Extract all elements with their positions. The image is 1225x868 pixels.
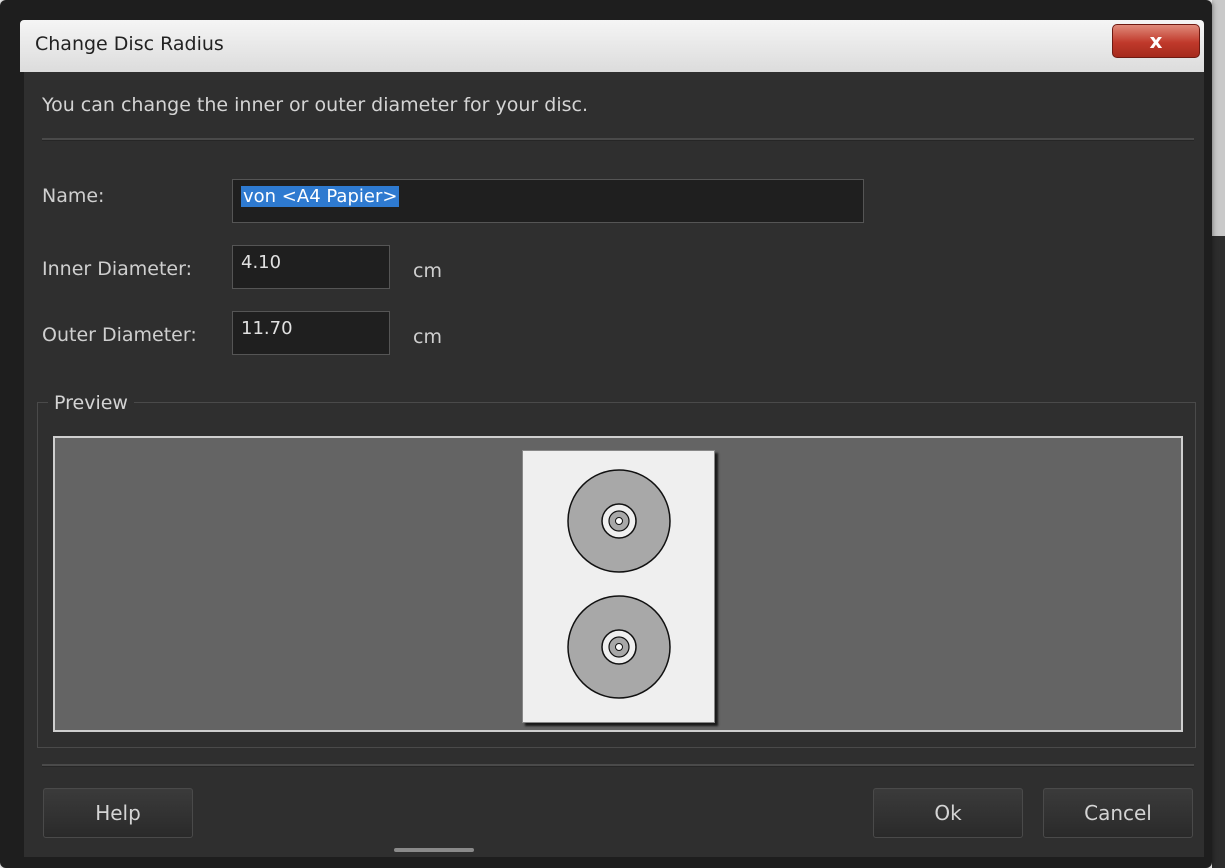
preview-canvas xyxy=(53,436,1183,732)
outer-diameter-input[interactable]: 11.70 xyxy=(232,311,390,355)
dialog-description: You can change the inner or outer diamet… xyxy=(42,94,588,116)
disc-top xyxy=(567,469,671,573)
paper-sheet xyxy=(522,450,715,723)
close-icon: x xyxy=(1149,29,1163,53)
disc-layout xyxy=(567,469,671,699)
cancel-button[interactable]: Cancel xyxy=(1043,788,1193,838)
inner-diameter-unit: cm xyxy=(413,260,442,282)
name-input[interactable]: von <A4 Papier> xyxy=(232,179,864,223)
inner-diameter-label: Inner Diameter: xyxy=(42,258,192,280)
background-window-panel xyxy=(1212,236,1225,868)
separator-top xyxy=(42,138,1194,141)
help-button[interactable]: Help xyxy=(43,788,193,838)
dialog-client: You can change the inner or outer diamet… xyxy=(24,72,1204,857)
ok-button[interactable]: Ok xyxy=(873,788,1023,838)
background-window-edge xyxy=(1212,0,1225,868)
inner-diameter-input[interactable]: 4.10 xyxy=(232,245,390,289)
outer-diameter-label: Outer Diameter: xyxy=(42,324,197,346)
disc-bottom xyxy=(567,595,671,699)
outer-diameter-unit: cm xyxy=(413,326,442,348)
separator-bottom xyxy=(42,764,1194,767)
title-bar[interactable]: Change Disc Radius x xyxy=(20,20,1204,72)
dialog-title: Change Disc Radius xyxy=(35,33,224,55)
name-label: Name: xyxy=(42,185,105,207)
name-input-value: von <A4 Papier> xyxy=(241,186,400,207)
window-bottom-edge xyxy=(394,848,474,852)
close-button[interactable]: x xyxy=(1112,24,1200,58)
dialog-window: Change Disc Radius x You can change the … xyxy=(0,0,1212,868)
preview-group-label: Preview xyxy=(48,392,134,414)
